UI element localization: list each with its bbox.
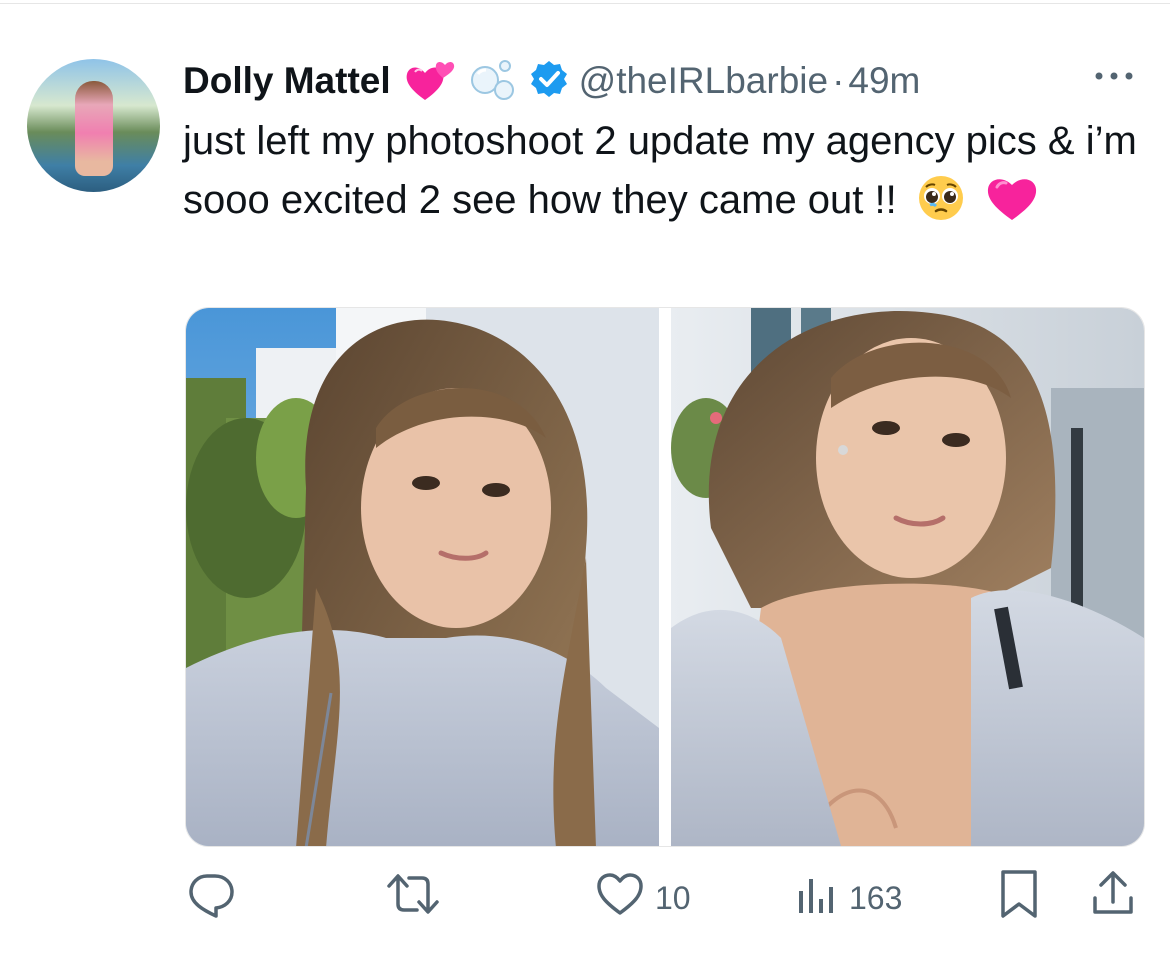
views-count: 163: [849, 879, 903, 916]
tweet-header: Dolly Mattel @theIRLbarbie · 49m: [183, 56, 920, 106]
more-options-icon[interactable]: [1090, 64, 1138, 88]
views-chart-icon: [795, 869, 839, 927]
share-icon: [1089, 868, 1137, 928]
author-name[interactable]: Dolly Mattel: [183, 60, 391, 102]
media-grid: [185, 307, 1145, 847]
tweet-time[interactable]: 49m: [848, 60, 920, 102]
reply-icon: [185, 868, 237, 928]
author-handle[interactable]: @theIRLbarbie: [579, 60, 828, 102]
share-button[interactable]: [1089, 870, 1137, 926]
bookmark-button[interactable]: [997, 870, 1041, 926]
tweet-text: just left my photoshoot 2 update my agen…: [183, 112, 1143, 240]
tweet-actions: 10 163: [185, 870, 1145, 926]
like-count: 10: [655, 879, 691, 916]
pleading-face-icon: [916, 173, 966, 240]
views-button[interactable]: 163: [795, 870, 902, 926]
selfie-photo-1[interactable]: [186, 308, 659, 846]
pink-heart-icon: [985, 173, 1039, 240]
avatar-figure: [75, 81, 113, 176]
verified-badge-icon[interactable]: [529, 59, 569, 104]
retweet-icon: [385, 868, 441, 928]
like-button[interactable]: 10: [595, 870, 691, 926]
bookmark-icon: [997, 868, 1041, 928]
reply-button[interactable]: [185, 870, 237, 926]
top-divider: [0, 3, 1170, 4]
bubbles-icon: [467, 56, 519, 107]
two-hearts-icon: [403, 56, 455, 107]
retweet-button[interactable]: [385, 870, 441, 926]
heart-icon: [595, 869, 645, 927]
time-separator: ·: [832, 60, 845, 101]
selfie-photo-2[interactable]: [671, 308, 1144, 846]
avatar[interactable]: [27, 59, 160, 192]
